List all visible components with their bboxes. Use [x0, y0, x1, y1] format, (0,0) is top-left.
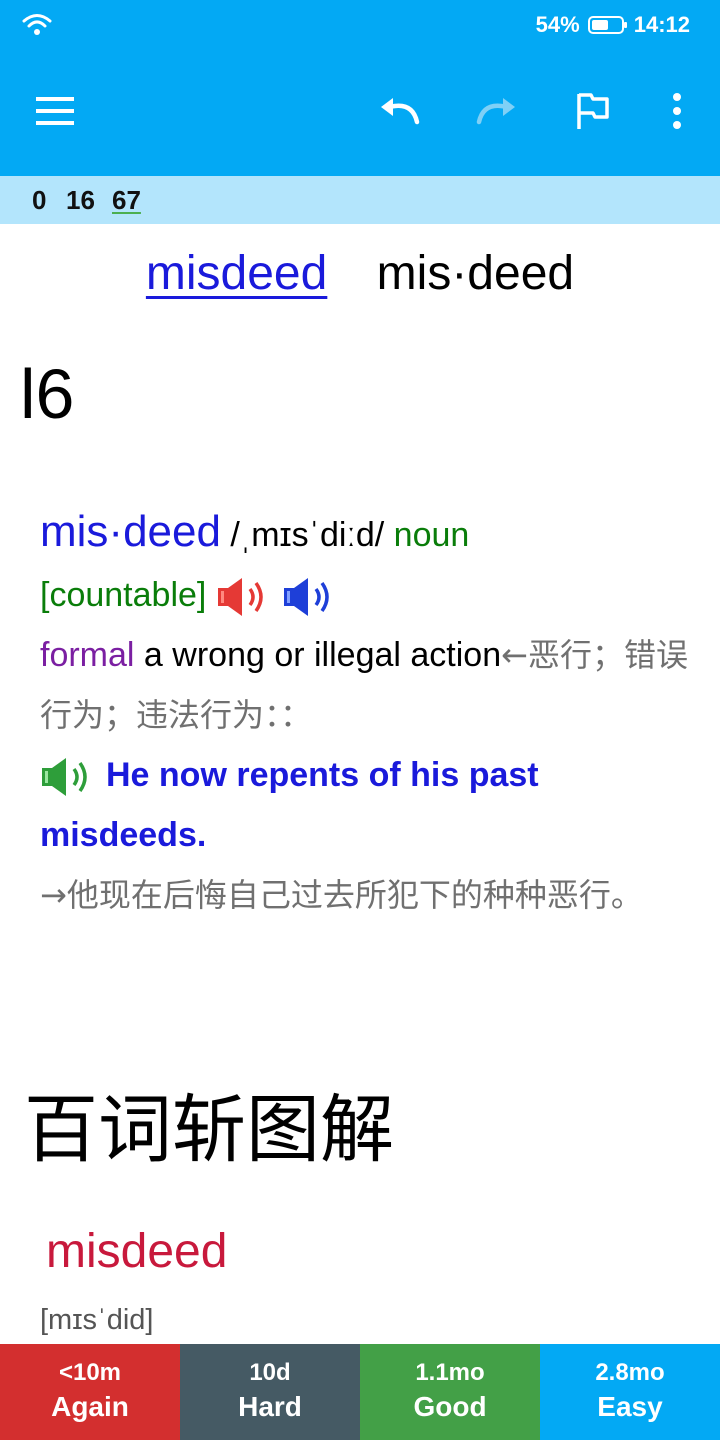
headword-row: misdeed mis·deed [0, 246, 720, 301]
entry-example: He now repents of his past misdeeds. [40, 756, 539, 854]
new-count: 0 [32, 185, 47, 215]
review-count: 67 [112, 185, 141, 215]
again-button[interactable]: <10m Again [0, 1344, 180, 1440]
status-indicators: 54% 14:12 [536, 10, 690, 40]
speaker-blue-icon[interactable] [282, 575, 340, 619]
more-options-button[interactable] [660, 86, 694, 136]
entry-register: formal [40, 636, 135, 674]
clock: 14:12 [633, 12, 690, 37]
section-word: misdeed [46, 1225, 228, 1278]
entry-word: mis·deed [40, 507, 221, 556]
entry-grammar: [countable] [40, 576, 207, 614]
undo-icon [381, 98, 420, 125]
learning-count: 16 [66, 185, 95, 215]
more-vert-icon [673, 93, 681, 129]
easy-interval: 2.8mo [595, 1359, 665, 1386]
menu-button[interactable] [30, 88, 82, 134]
entry-pronunciation: /ˌmɪsˈdiːd/ [230, 516, 385, 554]
again-label: Again [51, 1391, 129, 1422]
hard-interval: 10d [249, 1359, 291, 1386]
again-interval: <10m [58, 1359, 122, 1386]
hard-button[interactable]: 10d Hard [180, 1344, 360, 1440]
good-label: Good [413, 1391, 487, 1422]
headword-syllables: mis·deed [376, 247, 575, 300]
battery-percent: 54% [535, 12, 580, 37]
entry-pos: noun [393, 516, 470, 554]
redo-button[interactable] [470, 88, 522, 134]
easy-button[interactable]: 2.8mo Easy [540, 1344, 720, 1440]
good-interval: 1.1mo [415, 1359, 485, 1386]
speaker-red-icon[interactable] [216, 575, 274, 619]
section-title: 百词斩图解 [24, 1087, 394, 1173]
entry-example-cn: →他现在后悔自己过去所犯下的种种恶行。 [40, 876, 643, 914]
toolbar [0, 48, 720, 176]
dictionary-entry: mis·deed /ˌmɪsˈdiːd/ noun [countable] fo… [40, 502, 690, 925]
wifi-icon [22, 14, 52, 35]
section-pronunciation: [mɪsˈdid] [40, 1304, 154, 1336]
good-button[interactable]: 1.1mo Good [360, 1344, 540, 1440]
undo-button[interactable] [374, 88, 426, 134]
easy-label: Easy [597, 1391, 663, 1422]
hard-label: Hard [238, 1391, 302, 1422]
level-label: l6 [20, 355, 75, 433]
speaker-green-icon[interactable] [40, 755, 98, 799]
battery-icon [587, 16, 627, 34]
flag-icon [577, 93, 609, 129]
answer-buttons: <10m Again 10d Hard 1.1mo Good 2.8mo Eas… [0, 1344, 720, 1440]
hamburger-menu-icon [36, 97, 74, 125]
status-bar: 54% 14:12 [0, 0, 720, 48]
entry-definition: a wrong or illegal action [143, 636, 502, 674]
card-content[interactable]: misdeed mis·deed l6 mis·deed /ˌmɪsˈdiːd/… [0, 224, 720, 1344]
redo-icon [476, 98, 515, 125]
card-counts-bar: 0 16 67 [0, 176, 720, 224]
headword-link[interactable]: misdeed [146, 247, 327, 300]
flag-button[interactable] [570, 86, 616, 136]
